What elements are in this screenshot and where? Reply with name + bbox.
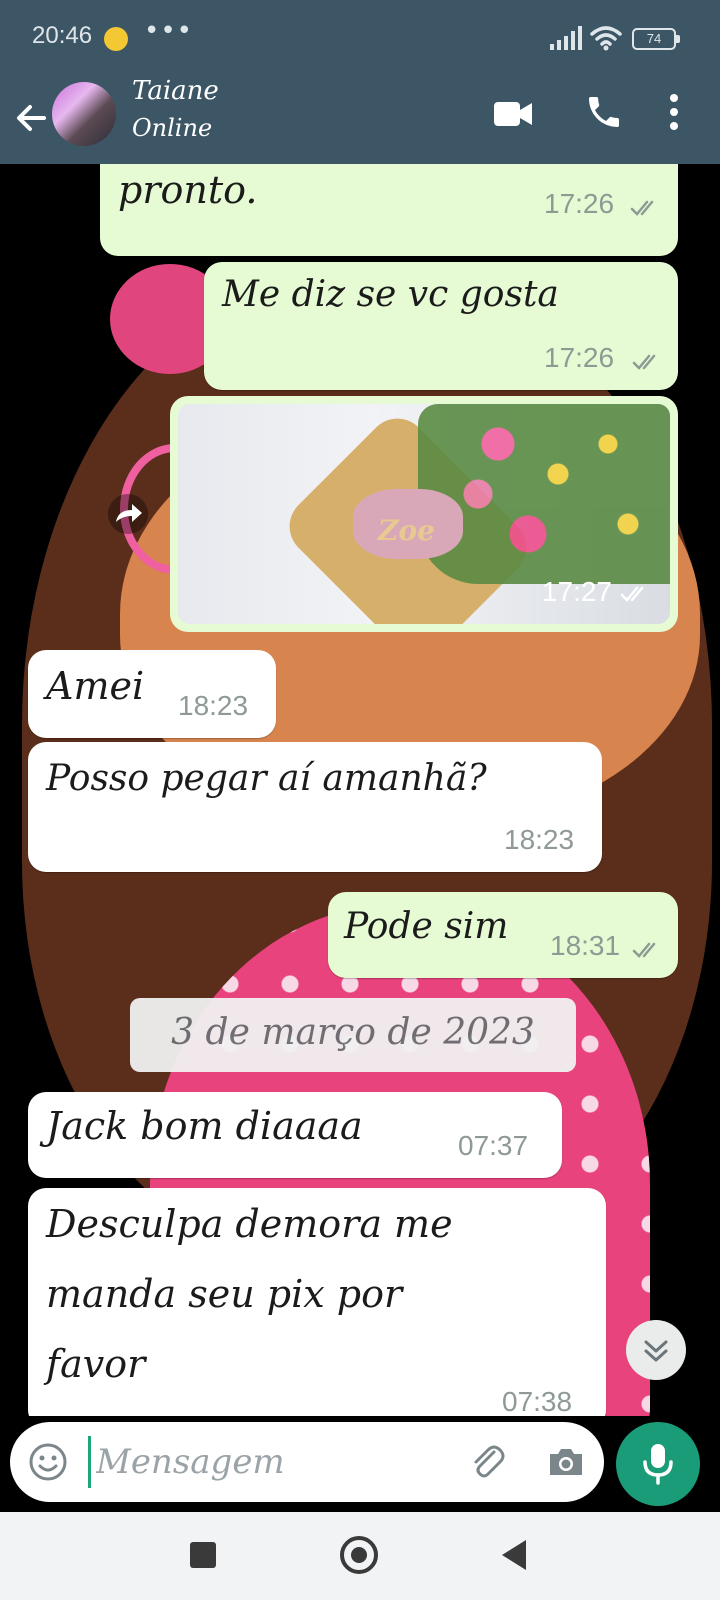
system-navigation-bar — [0, 1512, 720, 1600]
avatar[interactable] — [52, 82, 116, 146]
forward-icon[interactable] — [108, 494, 148, 534]
message-time: 18:23 — [504, 824, 575, 855]
home-icon[interactable] — [340, 1536, 378, 1574]
message-text: Amei — [46, 664, 145, 708]
message-time: 17:27 — [541, 576, 612, 607]
message-bubble-incoming[interactable]: Jack bom diaaaa 07:37 — [28, 1092, 562, 1178]
emoji-icon[interactable] — [28, 1442, 68, 1482]
read-ticks-icon — [632, 942, 656, 958]
emoji-notification-icon — [104, 27, 128, 51]
phone-icon[interactable] — [584, 92, 624, 132]
message-time: 07:37 — [458, 1130, 529, 1161]
message-text-line: Desculpa demora me — [46, 1202, 453, 1246]
voice-message-button[interactable] — [616, 1422, 700, 1506]
message-bubble-incoming[interactable]: Desculpa demora me manda seu pix por fav… — [28, 1188, 606, 1416]
video-camera-icon[interactable] — [494, 94, 534, 134]
contact-status: Online — [132, 114, 213, 142]
back-arrow-icon[interactable] — [12, 98, 52, 138]
message-text-line: favor — [46, 1342, 146, 1386]
message-bubble-outgoing[interactable]: pronto. 17:26 — [100, 164, 678, 256]
paperclip-icon[interactable] — [468, 1442, 508, 1482]
wifi-icon — [590, 26, 622, 51]
read-ticks-icon — [630, 200, 654, 216]
battery-icon: 74 — [632, 28, 680, 50]
chevron-double-down-icon — [644, 1340, 668, 1362]
status-bar: 20:46 ••• 74 — [0, 0, 720, 76]
message-bubble-incoming[interactable]: Amei 18:23 — [28, 650, 276, 738]
message-bubble-outgoing[interactable]: Me diz se vc gosta 17:26 — [204, 262, 678, 390]
more-vertical-icon[interactable] — [666, 92, 682, 132]
chat-header: Taiane Online — [0, 76, 720, 164]
message-list[interactable]: pronto. 17:26 Me diz se vc gosta 17:26 Z… — [0, 164, 720, 1416]
message-text: Me diz se vc gosta — [222, 274, 559, 315]
scroll-to-bottom-button[interactable] — [626, 1320, 686, 1380]
message-time: 17:26 — [544, 188, 615, 219]
message-time: 18:23 — [178, 690, 249, 721]
message-text: Pode sim — [344, 906, 509, 947]
message-bubble-outgoing[interactable]: Pode sim 18:31 — [328, 892, 678, 978]
shared-photo[interactable]: Zoe 17:27 — [178, 404, 670, 624]
battery-level: 74 — [646, 31, 662, 46]
message-time: 18:31 — [550, 930, 621, 961]
message-time: 17:26 — [544, 342, 615, 373]
message-text: pronto. — [118, 168, 258, 212]
image-message[interactable]: Zoe 17:27 — [170, 396, 678, 632]
more-notifications-icon: ••• — [144, 16, 194, 46]
message-time: 07:38 — [502, 1386, 573, 1416]
photo-caption-text: Zoe — [378, 514, 435, 547]
message-text: Jack bom diaaaa — [46, 1104, 363, 1148]
text-cursor — [88, 1436, 91, 1488]
message-composer — [10, 1422, 604, 1502]
message-text-line: manda seu pix por — [46, 1272, 403, 1316]
contact-name[interactable]: Taiane — [132, 76, 219, 106]
camera-icon[interactable] — [546, 1442, 586, 1482]
microphone-icon — [643, 1444, 673, 1485]
message-text: Posso pegar aí amanhã? — [46, 758, 487, 799]
read-ticks-icon — [632, 354, 656, 370]
read-ticks-icon — [620, 586, 644, 602]
signal-icon — [550, 26, 582, 50]
date-separator: 3 de março de 2023 — [130, 998, 576, 1072]
message-input[interactable] — [96, 1432, 456, 1492]
recent-apps-icon[interactable] — [190, 1542, 216, 1568]
message-bubble-incoming[interactable]: Posso pegar aí amanhã? 18:23 — [28, 742, 602, 872]
date-separator-text: 3 de março de 2023 — [171, 1012, 535, 1053]
back-triangle-icon[interactable] — [502, 1540, 526, 1570]
status-time: 20:46 — [32, 22, 93, 49]
